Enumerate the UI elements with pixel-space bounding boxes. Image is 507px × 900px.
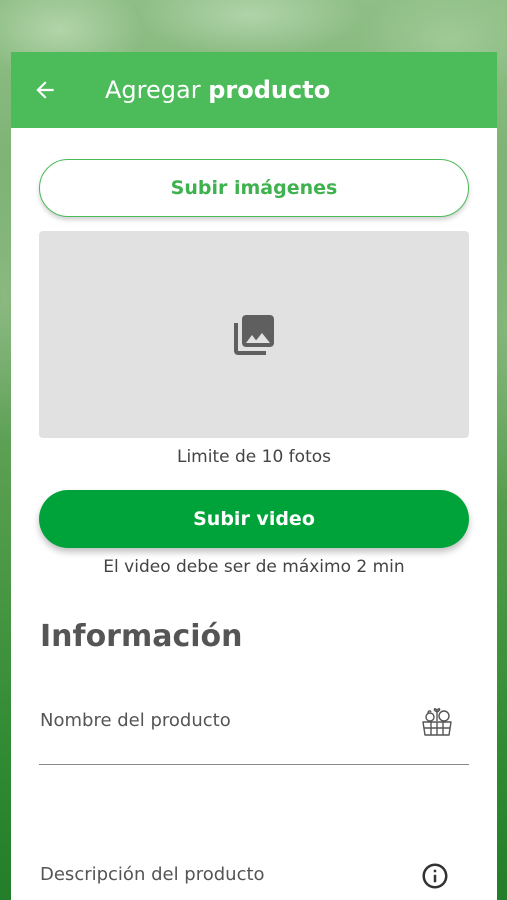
product-name-field[interactable]: Nombre del producto [39,692,469,765]
app-bar: Agregar producto [11,52,497,128]
image-preview-area[interactable] [39,231,469,438]
product-description-field[interactable]: Descripción del producto [39,852,469,900]
produce-basket-icon [419,704,455,740]
upload-images-button[interactable]: Subir imágenes [39,159,469,217]
back-button[interactable] [29,74,61,106]
arrow-left-icon [36,81,54,99]
photo-limit-text: Limite de 10 fotos [176,447,331,467]
upload-video-label: Subir video [193,508,315,530]
page-title: Agregar producto [105,74,330,106]
video-limit-text: El video debe ser de máximo 2 min [103,557,405,577]
section-title-information: Información [40,619,243,654]
add-product-screen: Agregar producto Subir imágenes Limite d… [11,52,497,900]
title-prefix: Agregar [105,76,201,104]
upload-images-label: Subir imágenes [170,177,338,199]
upload-video-button[interactable]: Subir video [39,490,469,548]
product-description-label: Descripción del producto [40,864,265,885]
product-name-label: Nombre del producto [40,710,231,731]
photo-library-icon [234,314,274,355]
title-bold: producto [208,76,331,104]
info-icon[interactable] [417,858,453,894]
